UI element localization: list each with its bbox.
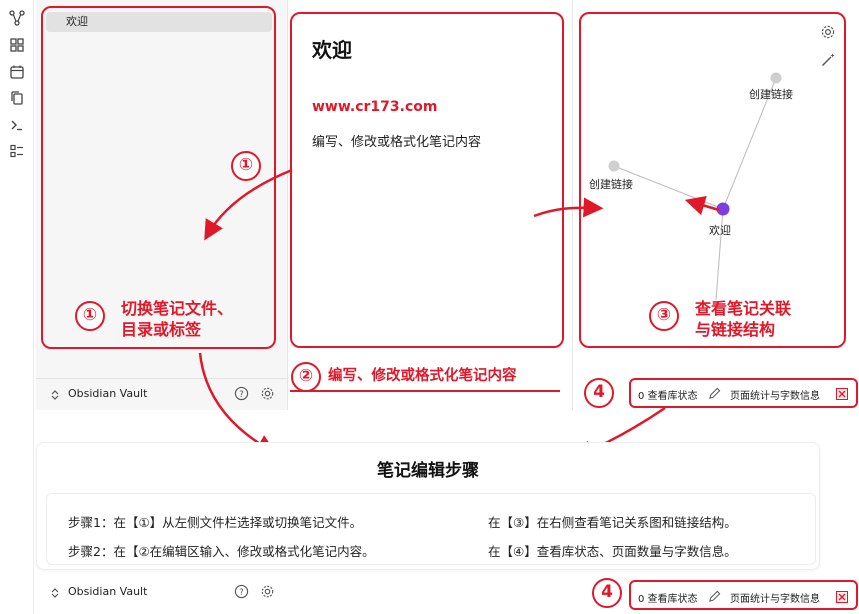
settings-gear-icon[interactable] [260,584,275,599]
annotation-label-3: 查看笔记关联 与链接结构 [695,299,792,339]
pencil-icon[interactable] [708,590,721,603]
backlinks-status[interactable]: 0 查看库状态 [638,590,698,605]
help-icon[interactable]: ? [234,584,249,599]
annotation-number-1-top: ① [231,151,261,181]
steps-title: 笔记编辑步骤 [377,461,479,481]
svg-text:?: ? [239,587,243,597]
annotation-number-3: ③ [649,301,679,331]
word-count-status[interactable]: 页面统计与字数信息 [730,590,820,605]
vault-switcher-bottom[interactable]: Obsidian Vault ? [36,578,288,608]
annotation-label-1: 切换笔记文件、 目录或标签 [121,299,234,339]
step-item-4: 在【④】查看库状态、页面数量与字数信息。 [488,544,737,559]
annotation-number-4-bottom: 4 [592,578,622,608]
annotation-number-2: ② [291,362,321,392]
vault-name: Obsidian Vault [68,585,148,598]
annotation-number-1: ① [75,301,105,331]
status-bar-bottom: 0 查看库状态 页面统计与字数信息 [632,585,856,609]
chevron-updown-icon [51,588,59,598]
annotation-label-2: 编写、修改或格式化笔记内容 [328,368,517,384]
step-item-2: 步骤2：在【②在编辑区输入、修改或格式化笔记内容。 [68,544,375,559]
step-item-3: 在【③】在右侧查看笔记关系图和链接结构。 [488,515,737,530]
annotation-number-4: 4 [584,378,614,408]
close-x-icon[interactable] [836,591,848,603]
step-item-1: 步骤1：在【①】从左侧文件栏选择或切换笔记文件。 [68,515,363,530]
